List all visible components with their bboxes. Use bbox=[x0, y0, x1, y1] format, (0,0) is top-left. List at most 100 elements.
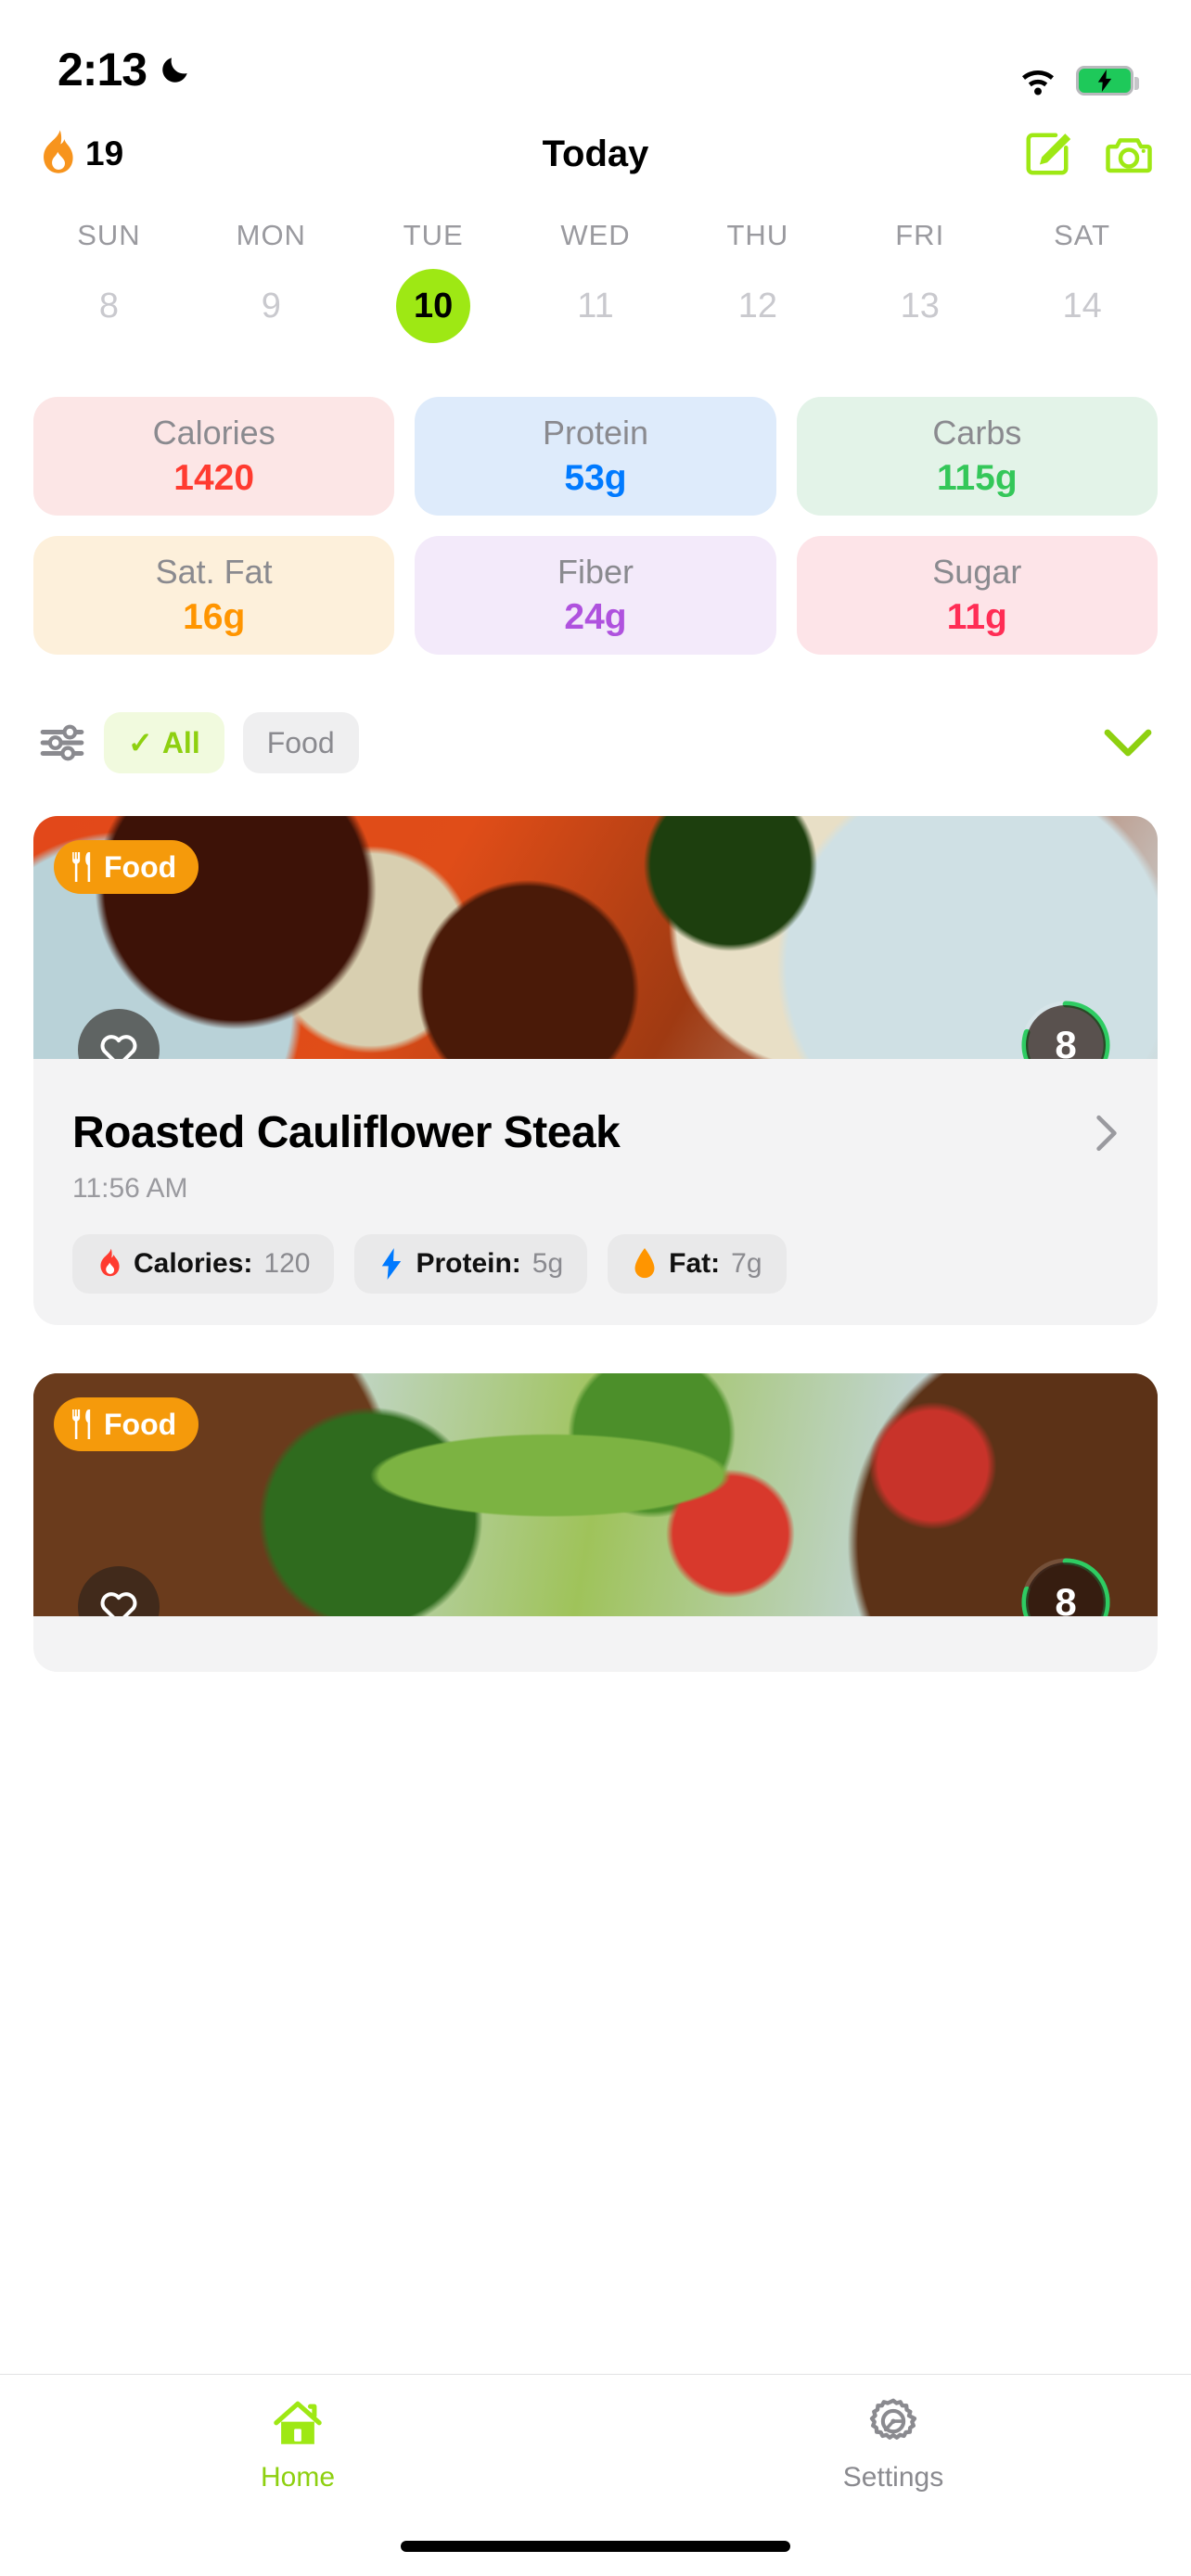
chevron-right-icon[interactable] bbox=[1095, 1114, 1119, 1153]
macro-label: Sat. Fat bbox=[155, 553, 273, 591]
bottom-tab-bar: Home Settings bbox=[0, 2374, 1191, 2576]
macro-label: Calories bbox=[152, 414, 275, 452]
gear-icon bbox=[869, 2398, 917, 2440]
sliders-icon[interactable] bbox=[39, 720, 85, 766]
entry-details bbox=[33, 1616, 1158, 1672]
entry-type-badge: Food bbox=[54, 840, 199, 894]
tab-home-label: Home bbox=[260, 2462, 336, 2493]
nutrient-pill-calories: Calories: 120 bbox=[72, 1234, 335, 1294]
entry-card-second[interactable]: Food 8 bbox=[33, 1373, 1158, 1672]
filter-chip-food[interactable]: Food bbox=[242, 712, 359, 773]
entry-title: Roasted Cauliflower Steak bbox=[72, 1108, 621, 1157]
header-actions bbox=[1022, 129, 1154, 179]
nutrient-pill-label: Calories: bbox=[134, 1248, 253, 1279]
macro-value: 1420 bbox=[173, 458, 255, 498]
macro-card-calories[interactable]: Calories 1420 bbox=[33, 397, 395, 516]
entry-nutrient-pills: Calories: 120 Protein: 5g Fat: 7g bbox=[72, 1234, 1119, 1294]
favorite-button[interactable] bbox=[78, 1009, 160, 1059]
macro-card-sat-fat[interactable]: Sat. Fat 16g bbox=[33, 536, 395, 655]
week-day-wed[interactable]: WED 11 bbox=[515, 219, 677, 343]
macro-value: 24g bbox=[564, 597, 627, 637]
entry-photo: Food 8 bbox=[33, 1373, 1158, 1616]
week-day-number: 11 bbox=[577, 286, 614, 325]
tab-settings[interactable]: Settings bbox=[596, 2397, 1191, 2493]
camera-icon[interactable] bbox=[1104, 129, 1154, 179]
filter-bar: ✓ All Food bbox=[0, 655, 1191, 773]
macro-value: 53g bbox=[564, 458, 627, 498]
week-day-number-wrap: 8 bbox=[71, 269, 146, 343]
health-score-badge[interactable]: 8 bbox=[1020, 1000, 1111, 1059]
droplet-icon bbox=[634, 1248, 655, 1279]
moon-icon bbox=[162, 57, 187, 83]
battery-charging-icon bbox=[1076, 66, 1139, 96]
app-header: 19 Today bbox=[0, 109, 1191, 198]
macro-value: 115g bbox=[936, 458, 1018, 498]
week-day-name: SUN bbox=[77, 219, 141, 251]
status-bar-left: 2:13 bbox=[58, 43, 193, 96]
entry-details: Roasted Cauliflower Steak 11:56 AM Calor… bbox=[33, 1059, 1158, 1325]
cutlery-icon bbox=[72, 1409, 91, 1439]
nutrient-pill-value: 5g bbox=[531, 1248, 564, 1279]
page-title: Today bbox=[542, 133, 649, 174]
macro-label: Protein bbox=[542, 414, 649, 452]
macro-value: 16g bbox=[183, 597, 246, 637]
status-bar-right bbox=[1017, 65, 1139, 96]
week-day-number-wrap: 9 bbox=[234, 269, 308, 343]
macro-label: Sugar bbox=[932, 553, 1022, 591]
bolt-icon bbox=[382, 1248, 402, 1280]
week-day-mon[interactable]: MON 9 bbox=[190, 219, 352, 343]
week-day-name: MON bbox=[236, 219, 306, 251]
week-day-sun[interactable]: SUN 8 bbox=[28, 219, 190, 343]
macro-card-protein[interactable]: Protein 53g bbox=[415, 397, 776, 516]
macro-card-sugar[interactable]: Sugar 11g bbox=[796, 536, 1158, 655]
week-day-number: 14 bbox=[1062, 286, 1102, 325]
week-day-number-wrap: 10 bbox=[396, 269, 471, 343]
nutrient-pill-label: Fat: bbox=[669, 1248, 721, 1279]
streak-count: 19 bbox=[85, 134, 124, 172]
week-day-name: THU bbox=[726, 219, 789, 251]
week-day-name: TUE bbox=[403, 219, 464, 251]
week-day-number: 8 bbox=[98, 286, 119, 325]
entry-type-badge-label: Food bbox=[104, 1407, 177, 1441]
macro-label: Carbs bbox=[932, 414, 1022, 452]
week-day-name: FRI bbox=[895, 219, 945, 251]
filter-chip-label: Food bbox=[266, 725, 335, 759]
edit-square-icon[interactable] bbox=[1022, 129, 1072, 179]
lightning-bolt-icon bbox=[1097, 70, 1112, 92]
macro-card-carbs[interactable]: Carbs 115g bbox=[796, 397, 1158, 516]
nutrient-pill-value: 120 bbox=[263, 1248, 311, 1279]
filter-chip-all[interactable]: ✓ All bbox=[104, 712, 224, 773]
tab-home[interactable]: Home bbox=[0, 2397, 596, 2493]
week-day-tue-selected[interactable]: TUE 10 bbox=[352, 219, 515, 343]
week-day-thu[interactable]: THU 12 bbox=[676, 219, 839, 343]
week-day-sat[interactable]: SAT 14 bbox=[1001, 219, 1163, 343]
week-day-fri[interactable]: FRI 13 bbox=[839, 219, 1001, 343]
favorite-button[interactable] bbox=[78, 1566, 160, 1616]
health-score-badge[interactable]: 8 bbox=[1020, 1557, 1111, 1616]
check-icon: ✓ bbox=[128, 726, 153, 759]
chevron-down-icon[interactable] bbox=[1104, 728, 1152, 758]
nutrient-pill-label: Protein: bbox=[416, 1248, 521, 1279]
status-bar-clock: 2:13 bbox=[58, 44, 147, 96]
macro-summary-grid: Calories 1420 Protein 53g Carbs 115g Sat… bbox=[0, 343, 1191, 655]
entry-list: Food 8 Roasted Cauliflower Steak 11:56 A… bbox=[0, 773, 1191, 1672]
filter-chip-label: All bbox=[161, 725, 200, 759]
entry-title-row: Roasted Cauliflower Steak bbox=[72, 1107, 1119, 1158]
week-day-number: 9 bbox=[261, 286, 281, 325]
nutrient-pill-protein: Protein: 5g bbox=[354, 1234, 588, 1294]
week-day-number-wrap: 13 bbox=[883, 269, 957, 343]
wifi-icon bbox=[1022, 70, 1054, 96]
entry-type-badge-label: Food bbox=[104, 849, 177, 884]
week-day-number: 13 bbox=[900, 286, 940, 325]
home-indicator bbox=[401, 2541, 790, 2552]
home-icon bbox=[274, 2401, 322, 2444]
macro-card-fiber[interactable]: Fiber 24g bbox=[415, 536, 776, 655]
nutrient-pill-value: 7g bbox=[731, 1248, 762, 1279]
heart-icon bbox=[100, 1035, 137, 1059]
entry-timestamp: 11:56 AM bbox=[72, 1173, 188, 1204]
flame-icon bbox=[44, 130, 73, 173]
week-strip: SUN 8 MON 9 TUE 10 WED 11 THU 12 FRI 13 … bbox=[0, 198, 1191, 343]
streak-indicator[interactable]: 19 bbox=[37, 130, 123, 178]
week-day-number: 12 bbox=[737, 286, 777, 325]
entry-card-roasted-cauliflower-steak[interactable]: Food 8 Roasted Cauliflower Steak 11:56 A… bbox=[33, 816, 1158, 1325]
